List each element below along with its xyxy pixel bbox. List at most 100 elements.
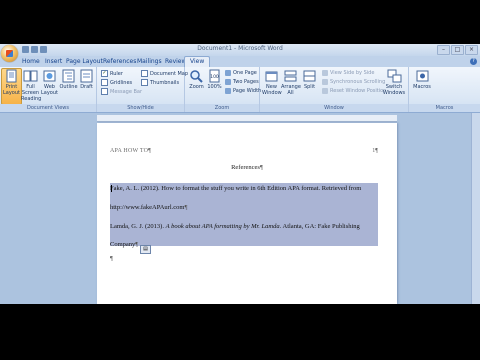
reference-2-publisher: Atlanta, GA: Fake Publishing [281,223,360,230]
checkbox-box [141,70,148,77]
running-head: APA HOW TO¶ [110,148,151,154]
zoom-100-label: 100% [207,84,222,90]
switch-windows-label: Switch Windows [382,84,406,96]
reset-window-icon [322,88,328,94]
ribbon-tabs: Home Insert Page Layout References Maili… [0,56,480,69]
gridlines-checkbox[interactable]: Gridlines [101,79,132,86]
references-heading-text: References [231,164,260,171]
close-icon[interactable]: × [465,45,478,55]
reset-window-position-label: Reset Window Position [330,88,387,94]
reference-1-url[interactable]: http://www.fakeAPAurl.com [110,204,184,211]
zoom-label: Zoom [189,84,204,90]
ribbon: Print Layout Full Screen Reading Web Lay… [0,67,480,113]
tab-page-layout[interactable]: Page Layout [66,58,103,65]
reference-1-line-2: http://www.fakeAPAurl.com¶ [110,204,187,211]
zoom-100-button[interactable]: 100 100% [205,69,224,90]
maximize-icon[interactable]: □ [451,45,464,55]
tab-home[interactable]: Home [22,58,40,65]
outline-button[interactable]: Outline [59,69,78,90]
paste-options-icon[interactable]: ▤ [140,245,151,254]
page-100-icon: 100 [209,69,220,83]
office-button-icon[interactable] [1,45,18,62]
tab-references[interactable]: References [103,58,136,65]
full-screen-reading-label: Full Screen Reading [21,84,42,102]
split-icon [303,70,316,82]
macros-button[interactable]: Macros [411,69,433,90]
two-pages-button[interactable]: Two Pages [225,79,259,85]
empty-paragraph: ¶ [110,255,113,262]
help-icon[interactable]: ? [470,58,477,65]
tab-mailings[interactable]: Mailings [137,58,162,65]
web-layout-icon [43,70,56,82]
print-layout-button[interactable]: Print Layout [1,68,22,105]
word-window: Document1 - Microsoft Word – □ × Home In… [0,44,480,304]
group-show-hide: ✓ Ruler Gridlines Message Bar Document Ma… [97,67,188,112]
new-window-label: New Window [262,84,282,96]
pilcrow-icon: ¶ [135,241,139,248]
new-window-button[interactable]: New Window [262,69,282,96]
split-label: Split [303,84,316,90]
sync-scroll-icon [322,79,328,85]
group-label-show-hide: Show/Hide [97,104,184,112]
draft-label: Draft [80,84,93,90]
group-label-window: Window [260,104,408,112]
macros-icon [416,70,428,82]
group-window: New Window Arrange All Split View Side b… [260,67,409,112]
page-width-icon [225,88,231,94]
two-pages-label: Two Pages [233,79,259,85]
text-selection-highlight [110,183,378,246]
ruler-checkbox[interactable]: ✓ Ruler [101,70,123,77]
message-bar-checkbox[interactable]: Message Bar [101,88,142,95]
pilcrow-icon: ¶ [184,204,188,211]
check-icon: ✓ [101,70,108,77]
running-head-text: APA HOW TO [110,148,149,154]
reference-2-line-2: Company¶ [110,241,138,248]
reference-2-company: Company [110,241,136,248]
draft-icon [80,69,93,83]
magnifier-icon [190,70,203,83]
reference-1-line-1: Fake, A. L. (2012). How to format the st… [110,185,362,192]
reference-2-line-1: Lamda, G. J. (2013). A book about APA fo… [110,223,360,230]
two-pages-icon [225,79,231,85]
title-bar: Document1 - Microsoft Word – □ × [0,44,480,62]
pilcrow-icon: ¶ [259,164,263,171]
document-map-label: Document Map [150,70,189,77]
window-title: Document1 - Microsoft Word [197,45,283,52]
group-document-views: Print Layout Full Screen Reading Web Lay… [0,67,97,112]
pilcrow-icon: ¶ [148,148,152,154]
pilcrow-icon: ¶ [375,148,378,154]
split-button[interactable]: Split [300,69,319,90]
full-screen-reading-button[interactable]: Full Screen Reading [21,69,42,102]
ruler-label: Ruler [110,70,123,77]
page-width-button[interactable]: Page Width [225,88,261,94]
text-cursor [111,185,112,192]
web-layout-button[interactable]: Web Layout [40,69,59,96]
page-number: 1¶ [372,148,378,154]
print-layout-icon [6,69,17,83]
group-label-macros: Macros [409,104,480,112]
outline-label: Outline [59,84,78,90]
minimize-icon[interactable]: – [437,45,450,55]
zoom-button[interactable]: Zoom [187,69,206,90]
synchronous-scrolling-button[interactable]: Synchronous Scrolling [322,79,385,85]
document-map-checkbox[interactable]: Document Map [141,70,188,77]
group-macros: Macros Macros [409,67,480,112]
group-label-document-views: Document Views [0,104,96,112]
switch-windows-button[interactable]: Switch Windows [382,69,406,96]
svg-text:100: 100 [210,74,219,80]
gridlines-label: Gridlines [110,79,133,86]
arrange-all-button[interactable]: Arrange All [281,69,301,96]
web-layout-label: Web Layout [41,84,58,96]
group-zoom: Zoom 100 100% One Page Two Pages Page Wi… [185,67,261,112]
thumbnails-checkbox[interactable]: Thumbnails [141,79,179,86]
document-page[interactable]: APA HOW TO¶ 1¶ References¶ Fake, A. L. (… [97,123,397,304]
view-side-by-side-button[interactable]: View Side by Side [322,70,374,76]
horizontal-ruler[interactable] [97,115,397,122]
reset-window-position-button[interactable]: Reset Window Position [322,88,386,94]
vertical-scrollbar[interactable] [471,113,480,304]
tab-insert[interactable]: Insert [45,58,62,65]
view-side-by-side-label: View Side by Side [330,70,375,76]
draft-button[interactable]: Draft [77,69,96,90]
one-page-button[interactable]: One Page [225,70,257,76]
arrange-all-label: Arrange All [281,84,301,96]
